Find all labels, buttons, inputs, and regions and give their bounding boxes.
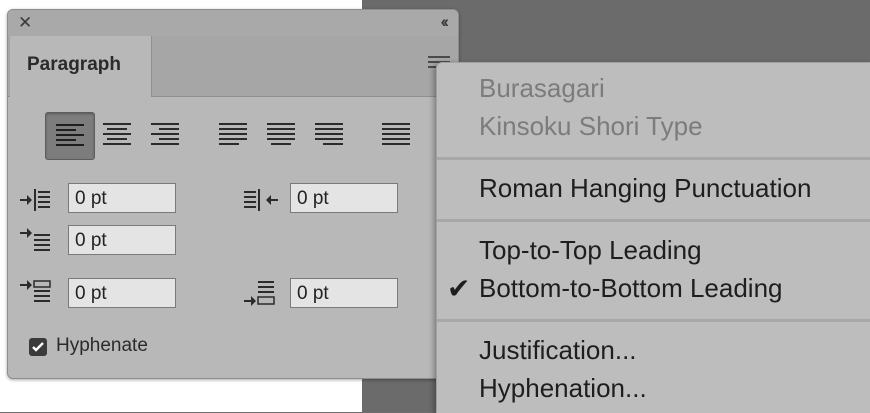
menu-separator <box>437 319 870 322</box>
tab-paragraph[interactable]: Paragraph <box>10 36 152 97</box>
menu-item-roman-hanging-punctuation[interactable]: Roman Hanging Punctuation <box>479 173 811 204</box>
hyphenate-checkbox[interactable] <box>29 338 47 356</box>
hyphenate-label: Hyphenate <box>56 335 148 356</box>
tab-label: Paragraph <box>27 54 121 75</box>
space-before-icon <box>20 280 51 302</box>
paragraph-panel: ✕ ‹‹ Paragraph 0 pt 0 pt 0 pt 0 pt 0 pt … <box>7 9 459 379</box>
justify-last-left-button[interactable] <box>209 112 257 158</box>
double-chevron-left-icon[interactable]: ‹‹ <box>441 12 450 32</box>
space-after-icon <box>244 281 275 306</box>
menu-item-burasagari: Burasagari <box>479 73 605 103</box>
align-center-icon <box>103 123 131 145</box>
justify-last-left-icon <box>219 123 247 145</box>
justify-last-right-icon <box>315 123 343 145</box>
menu-item-kinsoku-shori-type: Kinsoku Shori Type <box>479 111 703 141</box>
justify-all-button[interactable] <box>372 112 420 158</box>
justify-last-right-button[interactable] <box>305 112 353 158</box>
close-icon[interactable]: ✕ <box>18 14 32 32</box>
right-indent-icon <box>244 189 278 211</box>
menu-item-hyphenation[interactable]: Hyphenation... <box>479 373 647 404</box>
menu-separator <box>437 157 870 160</box>
align-right-button[interactable] <box>141 112 189 158</box>
first-line-indent-field[interactable]: 0 pt <box>68 225 176 255</box>
justify-last-center-button[interactable] <box>257 112 305 158</box>
menu-separator <box>437 219 870 222</box>
justify-all-icon <box>382 123 410 145</box>
panel-titlebar[interactable]: ✕ ‹‹ <box>8 10 458 36</box>
space-after-field[interactable]: 0 pt <box>290 278 398 308</box>
align-right-icon <box>151 123 179 145</box>
align-left-button[interactable] <box>45 112 95 160</box>
menu-item-justification[interactable]: Justification... <box>479 335 637 366</box>
right-indent-field[interactable]: 0 pt <box>290 183 398 213</box>
align-center-button[interactable] <box>93 112 141 158</box>
first-line-indent-icon <box>20 228 50 251</box>
panel-flyout-menu: Burasagari Kinsoku Shori Type Roman Hang… <box>436 62 870 413</box>
tab-strip: Paragraph <box>8 36 458 97</box>
checkmark-icon <box>32 342 44 352</box>
left-indent-field[interactable]: 0 pt <box>68 183 176 213</box>
checkmark-icon: ✔ <box>447 273 471 304</box>
left-indent-icon <box>20 189 50 211</box>
align-left-icon <box>56 124 84 146</box>
space-before-field[interactable]: 0 pt <box>68 278 176 308</box>
menu-item-bottom-to-bottom-leading[interactable]: Bottom-to-Bottom Leading <box>479 273 783 304</box>
justify-last-center-icon <box>267 123 295 145</box>
menu-item-top-to-top-leading[interactable]: Top-to-Top Leading <box>479 235 702 266</box>
